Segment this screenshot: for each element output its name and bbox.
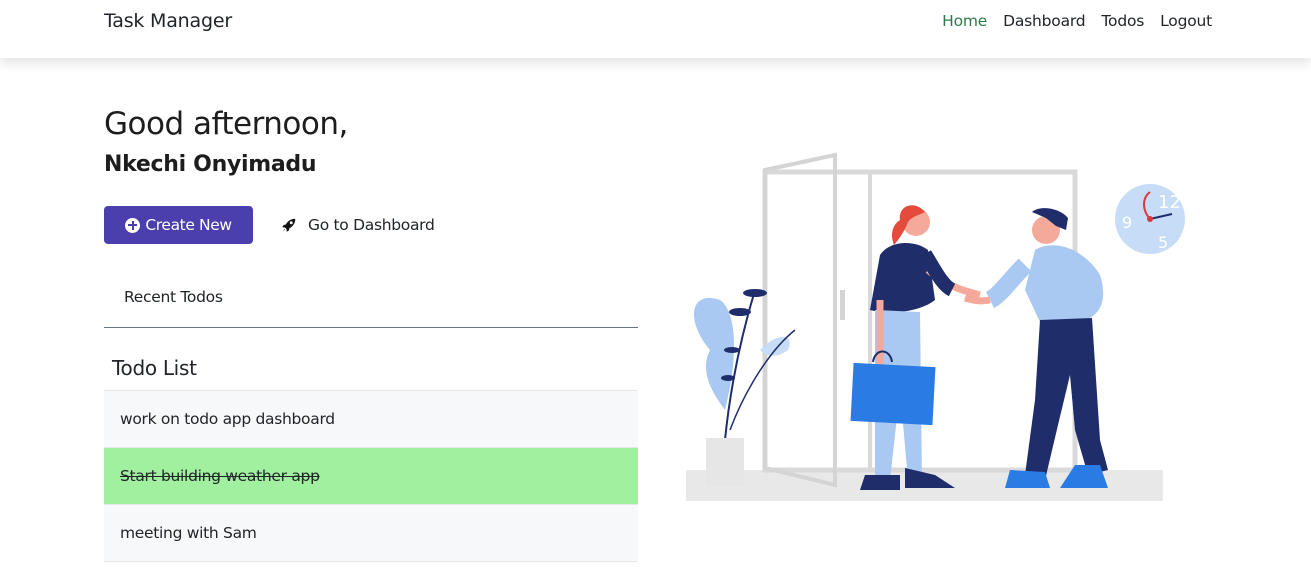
go-to-dashboard-label: Go to Dashboard: [308, 216, 435, 234]
todo-item[interactable]: meeting with Sam: [104, 505, 638, 562]
svg-text:12: 12: [1158, 192, 1181, 213]
brand-logo[interactable]: Task Manager: [104, 10, 232, 32]
nav-link-home[interactable]: Home: [942, 12, 987, 30]
nav-link-dashboard[interactable]: Dashboard: [1003, 12, 1085, 30]
rocket-icon: [282, 218, 296, 232]
create-new-button[interactable]: Create New: [104, 206, 253, 244]
todo-item[interactable]: work on todo app dashboard: [104, 391, 638, 448]
todo-list-title: Todo List: [112, 356, 197, 380]
handshake-illustration: 12 9 5: [686, 152, 1185, 501]
svg-text:5: 5: [1158, 233, 1168, 252]
create-new-label: Create New: [145, 216, 232, 234]
nav-links: Home Dashboard Todos Logout: [926, 12, 1212, 30]
tab-recent-todos[interactable]: Recent Todos: [124, 288, 223, 306]
go-to-dashboard-link[interactable]: Go to Dashboard: [280, 212, 435, 238]
todo-list: work on todo app dashboard Start buildin…: [104, 390, 638, 562]
greeting-heading: Good afternoon,: [104, 106, 348, 142]
nav-link-logout[interactable]: Logout: [1160, 12, 1212, 30]
tab-divider: [104, 327, 638, 328]
plus-circle-icon: [125, 217, 141, 233]
svg-text:9: 9: [1122, 213, 1132, 232]
nav-link-todos[interactable]: Todos: [1101, 12, 1144, 30]
top-navbar: Task Manager Home Dashboard Todos Logout: [0, 0, 1311, 58]
user-name: Nkechi Onyimadu: [104, 152, 317, 177]
todo-item-completed[interactable]: Start building weather app: [104, 448, 638, 505]
